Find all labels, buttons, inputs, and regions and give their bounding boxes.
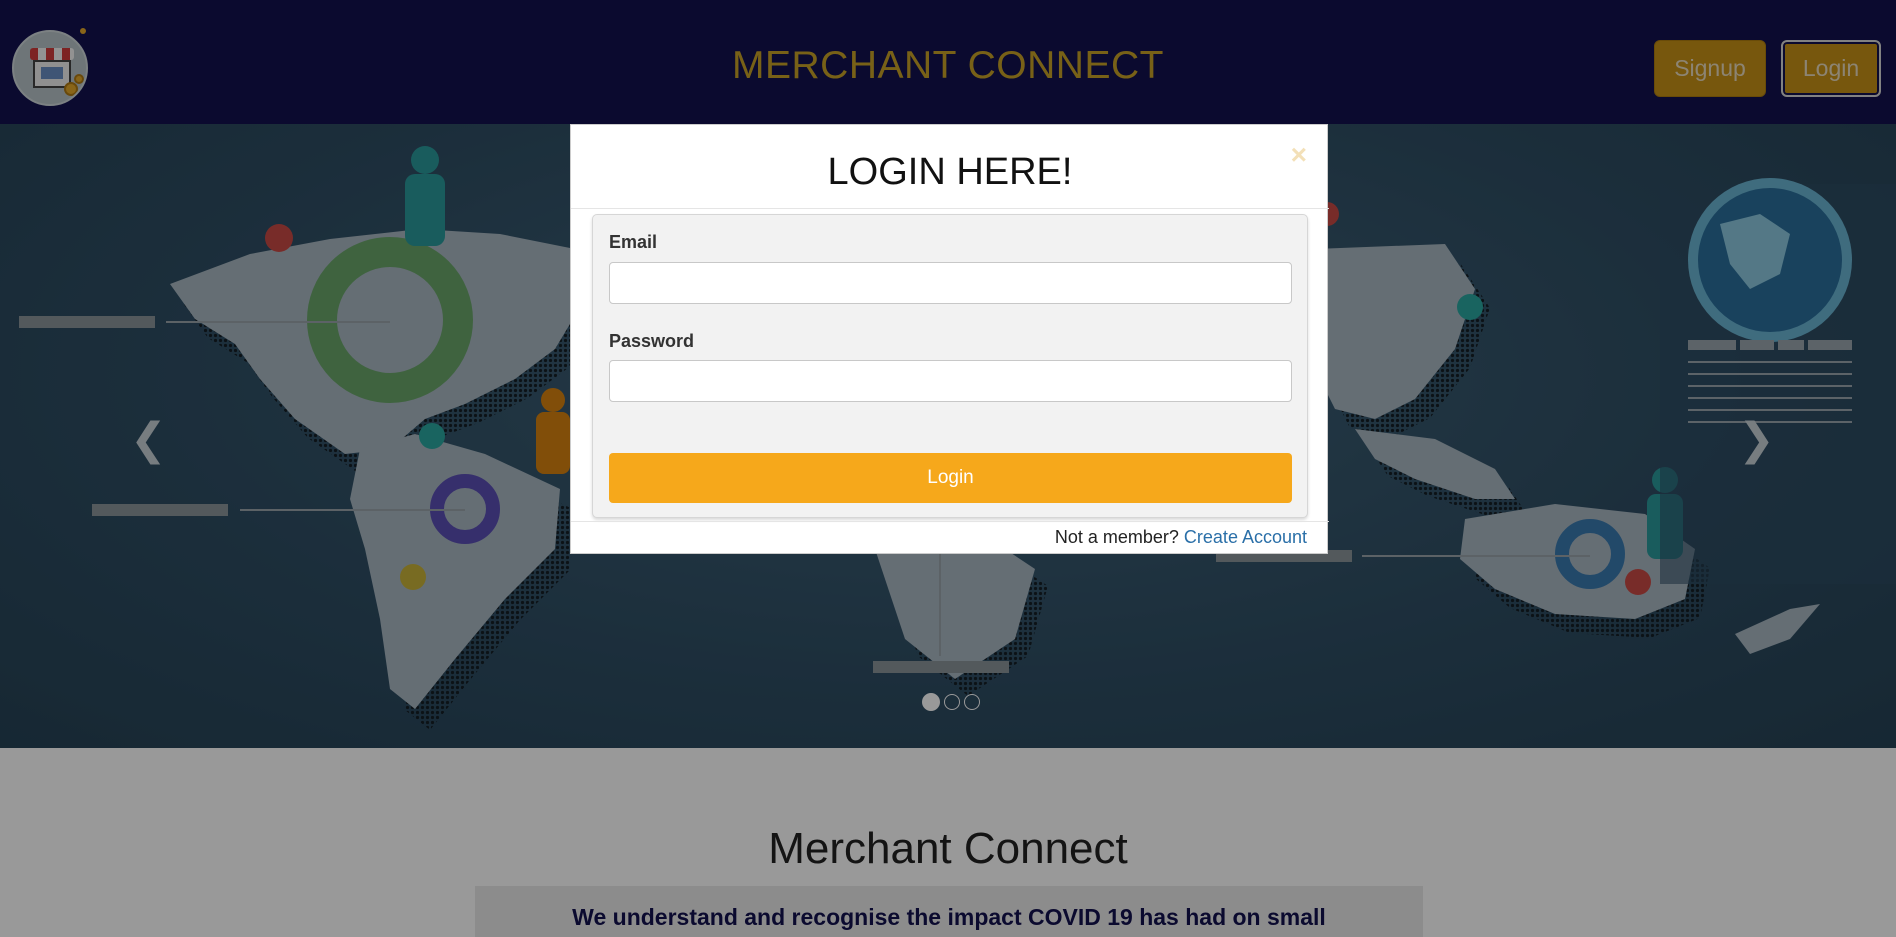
modal-footer: Not a member? Create Account	[571, 521, 1329, 555]
modal-title: LOGIN HERE!	[827, 151, 1073, 193]
footer-text: Not a member? Create Account	[1055, 527, 1307, 548]
password-field[interactable]	[609, 360, 1292, 402]
login-form: Email Password Login	[592, 214, 1308, 518]
create-account-link[interactable]: Create Account	[1184, 527, 1307, 547]
login-submit-button[interactable]: Login	[609, 453, 1292, 503]
modal-header: LOGIN HERE! ×	[571, 125, 1329, 209]
email-label: Email	[609, 232, 658, 252]
close-icon[interactable]: ×	[1291, 139, 1307, 171]
login-modal: LOGIN HERE! × Email Password Login Not a…	[570, 124, 1329, 555]
password-label: Password	[609, 331, 695, 351]
not-member-text: Not a member?	[1054, 527, 1179, 547]
email-field[interactable]	[609, 262, 1292, 304]
